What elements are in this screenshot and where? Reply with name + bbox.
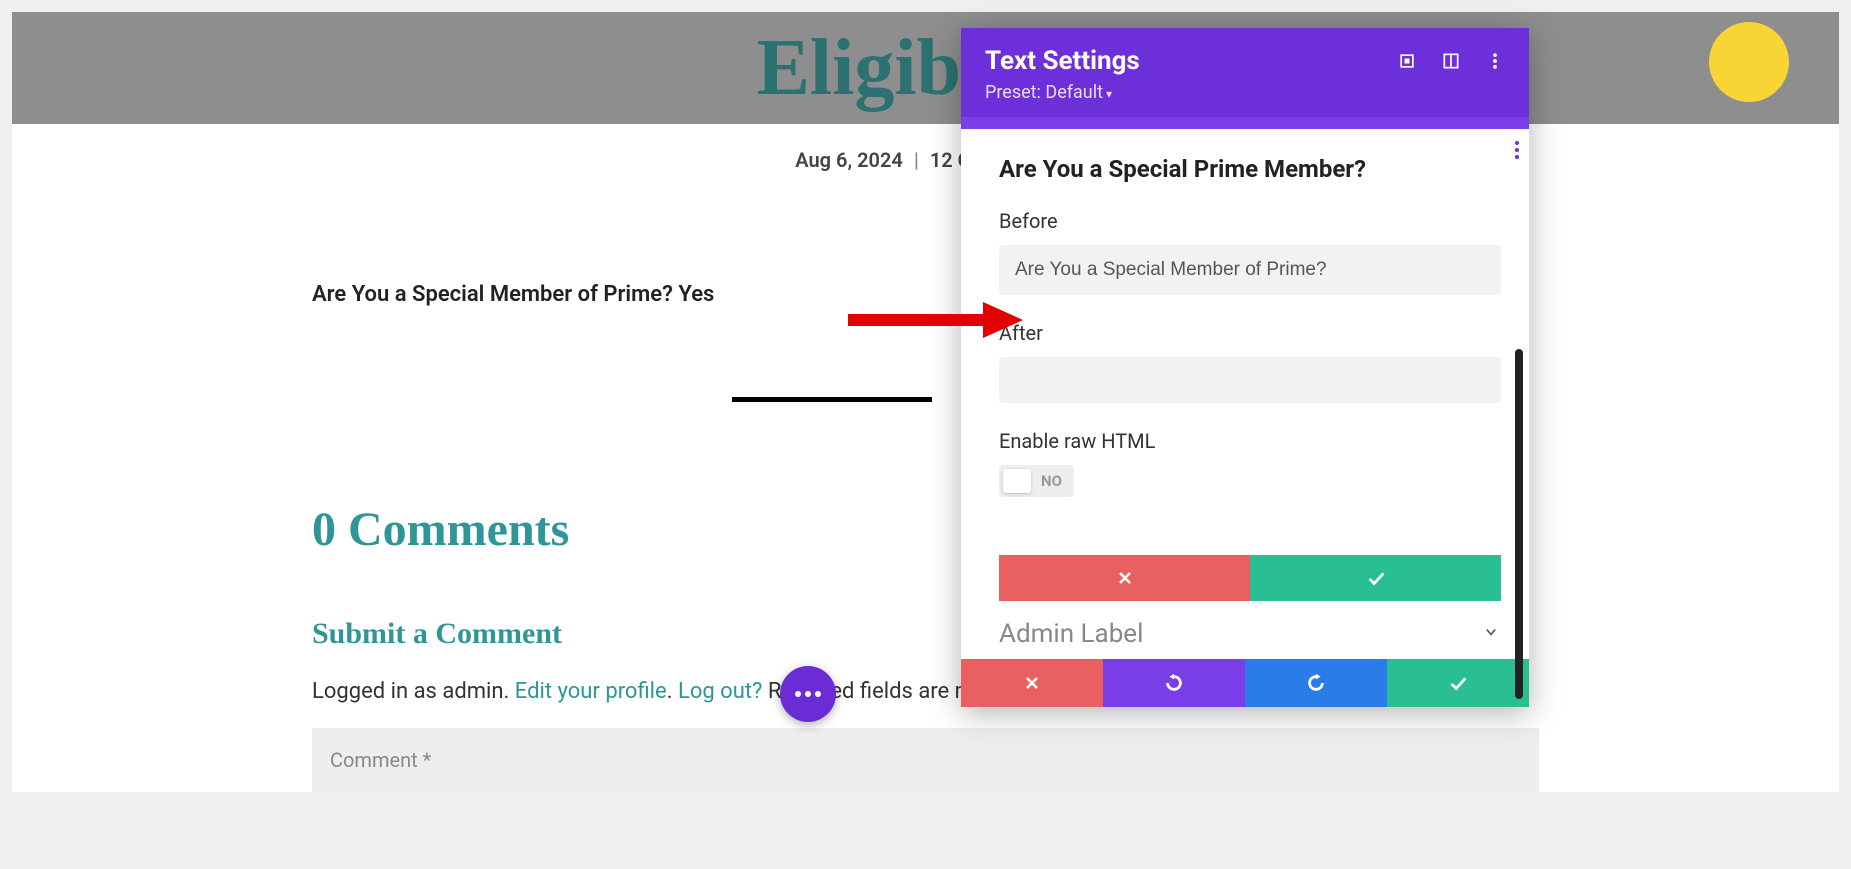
- inner-cancel-button[interactable]: [999, 555, 1250, 601]
- page: Eligibility Aug 6, 2024 | 12 Comments Ar…: [12, 12, 1839, 792]
- panel-header: Text Settings Preset: Default: [961, 28, 1529, 117]
- text-settings-panel: Text Settings Preset: Default Are You a …: [961, 28, 1529, 707]
- panel-body: Are You a Special Prime Member? Before A…: [961, 129, 1529, 707]
- panel-title: Text Settings: [985, 46, 1140, 76]
- panel-tabs-strip: [961, 117, 1529, 129]
- preset-dropdown[interactable]: Preset: Default: [985, 82, 1505, 103]
- panel-section-title: Are You a Special Prime Member?: [999, 155, 1501, 183]
- after-input[interactable]: [999, 357, 1501, 403]
- footer-undo-button[interactable]: [1103, 659, 1245, 707]
- before-input[interactable]: [999, 245, 1501, 295]
- footer-redo-button[interactable]: [1245, 659, 1387, 707]
- meta-separator: |: [914, 148, 919, 172]
- panel-side-more-icon[interactable]: [1515, 141, 1519, 159]
- inner-action-buttons: [999, 555, 1501, 601]
- page-header: Eligibility: [12, 12, 1839, 124]
- expand-icon[interactable]: [1397, 51, 1417, 71]
- builder-fab[interactable]: [780, 666, 836, 722]
- redo-icon: [1305, 672, 1327, 694]
- content-area: Aug 6, 2024 | 12 Comments Are You a Spec…: [12, 124, 1839, 792]
- logout-link[interactable]: Log out?: [678, 679, 762, 704]
- panel-footer-buttons: [961, 659, 1529, 707]
- undo-icon: [1163, 672, 1185, 694]
- panel-layout-icon[interactable]: [1441, 51, 1461, 71]
- close-icon: [1115, 568, 1135, 588]
- panel-scrollbar[interactable]: [1515, 349, 1523, 699]
- section-divider: [732, 397, 932, 402]
- after-label: After: [999, 321, 1501, 345]
- logged-prefix: Logged in as admin.: [312, 679, 515, 704]
- sun-graphic: [1709, 22, 1789, 102]
- edit-profile-link[interactable]: Edit your profile: [515, 679, 667, 704]
- close-icon: [1022, 673, 1042, 693]
- admin-label-text: Admin Label: [999, 619, 1143, 649]
- inner-confirm-button[interactable]: [1250, 555, 1501, 601]
- comment-placeholder: Comment *: [330, 748, 431, 772]
- footer-cancel-button[interactable]: [961, 659, 1103, 707]
- comment-textarea[interactable]: Comment *: [312, 728, 1539, 792]
- raw-html-toggle[interactable]: NO: [999, 465, 1074, 497]
- check-icon: [1365, 567, 1387, 589]
- before-label: Before: [999, 209, 1501, 233]
- raw-html-label: Enable raw HTML: [999, 429, 1501, 453]
- more-vertical-icon[interactable]: [1485, 51, 1505, 71]
- check-icon: [1447, 672, 1469, 694]
- footer-save-button[interactable]: [1387, 659, 1529, 707]
- panel-inner: Are You a Special Prime Member? Before A…: [999, 129, 1501, 537]
- toggle-knob: [1003, 469, 1031, 493]
- admin-label-row[interactable]: Admin Label: [961, 601, 1529, 659]
- post-date: Aug 6, 2024: [795, 148, 903, 172]
- toggle-state-label: NO: [1041, 472, 1062, 490]
- chevron-down-icon: [1481, 622, 1501, 646]
